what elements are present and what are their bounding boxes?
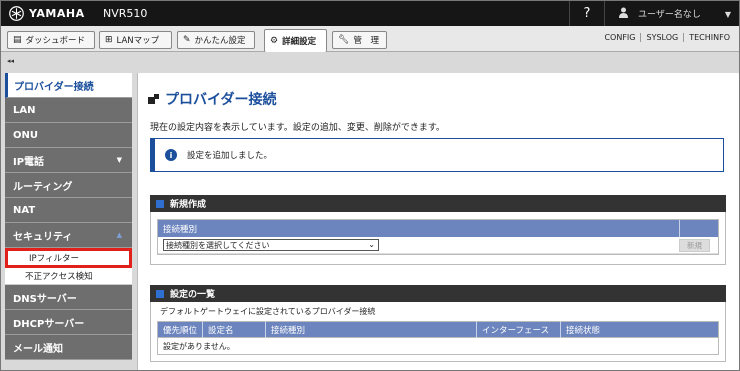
dashboard-icon: ▤ [13, 35, 22, 45]
sidebar-item-label: LAN [13, 104, 36, 116]
new-section: 新規作成 接続種別 接続種別を選択してください ⌄ 新規 [150, 195, 726, 265]
router-admin-window: YAMAHA NVR510 ? ユーザー名なし ▼ ▤ ダッシュボード ⊞ LA… [0, 0, 740, 371]
tab-bar: ▤ ダッシュボード ⊞ LANマップ ✎ かんたん設定 ⚙ 詳細設定 🔧︎ 管 … [1, 26, 739, 52]
sidebar-item-dhcp[interactable]: DHCPサーバー [5, 310, 132, 335]
sidebar-item-lan[interactable]: LAN [5, 98, 132, 123]
tab-label: 詳細設定 [282, 37, 317, 47]
sidebar-item-onu[interactable]: ONU [5, 123, 132, 148]
list-note: デフォルトゲートウェイに設定されているプロバイダー接続 [160, 307, 376, 316]
chevron-down-icon: ⌄ [368, 240, 375, 249]
new-button[interactable]: 新規 [679, 238, 710, 252]
help-button[interactable]: ? [569, 1, 605, 26]
tab-management[interactable]: 🔧︎ 管 理 [332, 31, 387, 49]
collapse-sidebar-icon[interactable]: ◂◂ [7, 57, 14, 65]
sidebar: プロバイダー接続 LAN ONU IP電話 ▼ ルーティング NAT セキュリティ… [5, 73, 132, 370]
sidebar-item-provider[interactable]: プロバイダー接続 [5, 73, 132, 98]
user-menu[interactable]: ユーザー名なし ▼ [607, 1, 739, 26]
table-row: 接続種別を選択してください ⌄ 新規 [158, 237, 718, 254]
gear-icon: ⚙ [270, 36, 279, 46]
sidebar-item-nat[interactable]: NAT [5, 198, 132, 223]
chevron-down-icon: ▼ [116, 156, 122, 164]
chevron-down-icon: ▼ [724, 10, 731, 19]
sidebar-item-label: プロバイダー接続 [14, 81, 94, 93]
list-section: 設定の一覧 デフォルトゲートウェイに設定されているプロバイダー接続 優先順位 設… [150, 285, 726, 362]
sidebar-item-label: IP電話 [13, 156, 45, 168]
yamaha-logo: YAMAHA [1, 6, 95, 21]
info-message: i 設定を追加しました。 [150, 138, 724, 172]
tab-label: かんたん設定 [194, 36, 246, 46]
chevron-up-icon: ▲ [116, 231, 122, 239]
section-bullet-icon [156, 199, 164, 208]
tab-advanced-settings[interactable]: ⚙ 詳細設定 [264, 29, 327, 52]
tab-label: 管 理 [353, 36, 379, 46]
sidebar-subitem-intrusion-detection[interactable]: 不正アクセス検知 [5, 268, 132, 285]
sidebar-item-label: DNSサーバー [13, 293, 77, 305]
column-header: 接続種別 [158, 220, 680, 237]
sidebar-item-label: DHCPサーバー [13, 318, 85, 330]
model-name: NVR510 [103, 7, 148, 20]
tab-easy-setup[interactable]: ✎ かんたん設定 [177, 31, 255, 49]
wrench-icon: 🔧︎ [338, 35, 350, 45]
info-icon: i [165, 149, 177, 161]
sidebar-item-ip-phone[interactable]: IP電話 ▼ [5, 148, 132, 173]
wizard-icon: ✎ [183, 35, 191, 45]
section-header: 新規作成 [150, 195, 726, 212]
tab-label: ダッシュボード [25, 36, 86, 46]
sidebar-subitem-label: 不正アクセス検知 [25, 272, 93, 282]
main-panel: プロバイダー接続 現在の設定内容を表示しています。設定の追加、変更、削除ができま… [137, 73, 739, 370]
tab-lan-map[interactable]: ⊞ LANマップ [99, 31, 172, 49]
connection-type-select[interactable]: 接続種別を選択してください ⌄ [163, 239, 379, 251]
sidebar-item-routing[interactable]: ルーティング [5, 173, 132, 198]
brand-text: YAMAHA [29, 7, 85, 20]
column-header: インターフェース [477, 321, 561, 338]
page-title-text: プロバイダー接続 [165, 92, 277, 108]
sidebar-item-label: セキュリティ [13, 231, 73, 243]
section-title: 新規作成 [170, 200, 207, 210]
sidebar-item-dns[interactable]: DNSサーバー [5, 285, 132, 310]
info-message-text: 設定を追加しました。 [187, 151, 273, 161]
top-bar: YAMAHA NVR510 ? ユーザー名なし ▼ [1, 1, 739, 26]
column-header: 接続種別 [266, 321, 477, 338]
column-header: 設定名 [203, 321, 266, 338]
section-title: 設定の一覧 [170, 290, 216, 300]
sidebar-item-label: ルーティング [13, 181, 73, 193]
title-bullet-icon [148, 93, 159, 105]
sidebar-item-mail[interactable]: メール通知 [5, 335, 132, 360]
syslog-link[interactable]: SYSLOG [640, 33, 683, 42]
user-icon [619, 7, 628, 21]
page-title: プロバイダー接続 [148, 89, 276, 109]
lan-map-icon: ⊞ [105, 35, 113, 45]
column-header: 接続状態 [566, 325, 601, 336]
techinfo-link[interactable]: TECHINFO [683, 33, 735, 42]
page-description: 現在の設定内容を表示しています。設定の追加、変更、削除ができます。 [150, 123, 445, 133]
header-links: CONFIG SYSLOG TECHINFO [599, 33, 735, 42]
table-header: 接続種別 [158, 220, 718, 237]
select-value: 接続種別を選択してください [166, 240, 270, 250]
empty-message: 設定がありません。 [157, 338, 719, 355]
yamaha-emblem-icon [9, 6, 24, 21]
sidebar-item-label: メール通知 [13, 343, 63, 355]
tab-label: LANマップ [116, 36, 160, 46]
sidebar-subitem-ip-filter[interactable]: IPフィルター [5, 248, 132, 268]
user-name: ユーザー名なし [638, 10, 701, 20]
tab-dashboard[interactable]: ▤ ダッシュボード [7, 31, 95, 49]
sidebar-item-security[interactable]: セキュリティ ▲ [5, 223, 132, 248]
config-link[interactable]: CONFIG [599, 33, 640, 42]
table-header: 優先順位 設定名 接続種別 インターフェース 接続状態 [157, 321, 719, 338]
section-header: 設定の一覧 [150, 285, 726, 302]
section-bullet-icon [156, 289, 164, 298]
sidebar-subitem-label: IPフィルター [29, 253, 79, 264]
sidebar-item-label: ONU [13, 129, 38, 141]
column-header: 優先順位 [158, 321, 203, 338]
sidebar-item-label: NAT [13, 204, 36, 216]
help-icon: ? [583, 6, 591, 21]
